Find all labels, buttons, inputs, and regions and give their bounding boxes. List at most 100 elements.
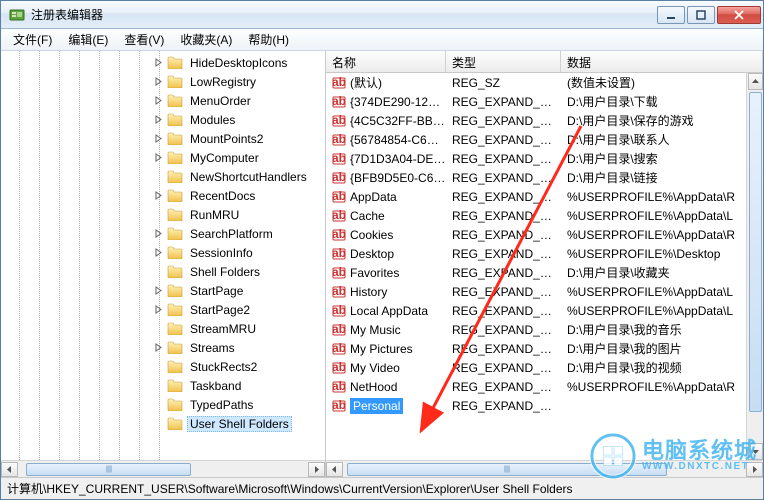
value-name: Personal bbox=[350, 398, 403, 414]
tree-item[interactable]: StartPage2 bbox=[1, 300, 325, 319]
tree-hscroll-thumb[interactable] bbox=[26, 463, 191, 476]
tree-item[interactable]: LowRegistry bbox=[1, 72, 325, 91]
svg-text:ab: ab bbox=[332, 95, 346, 108]
value-row[interactable]: ab{BFB9D5E0-C6…REG_EXPAND_SZD:\用户目录\链接 bbox=[326, 168, 746, 187]
tree-item[interactable]: Streams bbox=[1, 338, 325, 357]
expand-icon[interactable] bbox=[153, 247, 164, 258]
maximize-button[interactable] bbox=[687, 6, 715, 24]
svg-text:ab: ab bbox=[332, 171, 346, 184]
tree-item[interactable]: User Shell Folders bbox=[1, 414, 325, 433]
value-row[interactable]: ab{56784854-C6…REG_EXPAND_SZD:\用户目录\联系人 bbox=[326, 130, 746, 149]
expand-icon[interactable] bbox=[153, 285, 164, 296]
svg-text:ab: ab bbox=[332, 247, 346, 260]
expand-icon[interactable] bbox=[153, 228, 164, 239]
col-data[interactable]: 数据 bbox=[561, 51, 763, 72]
expand-icon[interactable] bbox=[153, 152, 164, 163]
svg-text:ab: ab bbox=[332, 228, 346, 241]
svg-text:ab: ab bbox=[332, 399, 346, 412]
value-row[interactable]: abMy VideoREG_EXPAND_SZD:\用户目录\我的视频 bbox=[326, 358, 746, 377]
string-value-icon: ab bbox=[332, 95, 346, 109]
scroll-left-icon[interactable] bbox=[326, 462, 343, 477]
tree-item[interactable]: Shell Folders bbox=[1, 262, 325, 281]
list-vscrollbar[interactable] bbox=[746, 73, 763, 460]
value-row[interactable]: abAppDataREG_EXPAND_SZ%USERPROFILE%\AppD… bbox=[326, 187, 746, 206]
tree-item[interactable]: MyComputer bbox=[1, 148, 325, 167]
value-type: REG_EXPAND_SZ bbox=[446, 247, 561, 261]
tree-item[interactable]: MountPoints2 bbox=[1, 129, 325, 148]
col-name[interactable]: 名称 bbox=[326, 51, 446, 72]
string-value-icon: ab bbox=[332, 304, 346, 318]
tree-item[interactable]: RecentDocs bbox=[1, 186, 325, 205]
tree-item-label: SearchPlatform bbox=[187, 226, 276, 242]
value-type: REG_EXPAND_SZ bbox=[446, 361, 561, 375]
tree-item[interactable]: SearchPlatform bbox=[1, 224, 325, 243]
close-button[interactable] bbox=[717, 6, 761, 24]
svg-text:ab: ab bbox=[332, 152, 346, 165]
value-row[interactable]: abLocal AppDataREG_EXPAND_SZ%USERPROFILE… bbox=[326, 301, 746, 320]
value-data: D:\用户目录\收藏夹 bbox=[561, 264, 746, 281]
value-row[interactable]: abHistoryREG_EXPAND_SZ%USERPROFILE%\AppD… bbox=[326, 282, 746, 301]
value-row[interactable]: abFavoritesREG_EXPAND_SZD:\用户目录\收藏夹 bbox=[326, 263, 746, 282]
value-name: Desktop bbox=[350, 247, 394, 261]
tree-item[interactable]: MenuOrder bbox=[1, 91, 325, 110]
expand-icon[interactable] bbox=[153, 304, 164, 315]
menu-favorites[interactable]: 收藏夹(A) bbox=[172, 29, 240, 50]
value-row[interactable]: abDesktopREG_EXPAND_SZ%USERPROFILE%\Desk… bbox=[326, 244, 746, 263]
tree-item[interactable]: StartPage bbox=[1, 281, 325, 300]
value-row[interactable]: ab{7D1D3A04-DE…REG_EXPAND_SZD:\用户目录\搜索 bbox=[326, 149, 746, 168]
svg-text:ab: ab bbox=[332, 190, 346, 203]
value-row[interactable]: ab{374DE290-12…REG_EXPAND_SZD:\用户目录\下载 bbox=[326, 92, 746, 111]
tree-item-label: Streams bbox=[187, 340, 238, 356]
scroll-left-icon[interactable] bbox=[1, 462, 18, 477]
expand-icon[interactable] bbox=[153, 342, 164, 353]
expand-icon[interactable] bbox=[153, 114, 164, 125]
value-name: AppData bbox=[350, 190, 397, 204]
minimize-button[interactable] bbox=[657, 6, 685, 24]
scroll-down-icon[interactable] bbox=[748, 443, 763, 460]
tree-item[interactable]: RunMRU bbox=[1, 205, 325, 224]
tree-item[interactable]: TypedPaths bbox=[1, 395, 325, 414]
menu-help[interactable]: 帮助(H) bbox=[240, 29, 297, 50]
tree-item[interactable]: SessionInfo bbox=[1, 243, 325, 262]
col-type[interactable]: 类型 bbox=[446, 51, 561, 72]
value-data: D:\用户目录\保存的游戏 bbox=[561, 112, 746, 129]
expand-icon[interactable] bbox=[153, 190, 164, 201]
list-vscroll-thumb[interactable] bbox=[749, 92, 762, 412]
scroll-up-icon[interactable] bbox=[748, 73, 763, 90]
value-row[interactable]: abMy PicturesREG_EXPAND_SZD:\用户目录\我的图片 bbox=[326, 339, 746, 358]
expand-icon[interactable] bbox=[153, 95, 164, 106]
menu-view[interactable]: 查看(V) bbox=[116, 29, 172, 50]
tree-hscrollbar[interactable] bbox=[1, 460, 325, 477]
svg-text:ab: ab bbox=[332, 380, 346, 393]
value-row[interactable]: ab{4C5C32FF-BB…REG_EXPAND_SZD:\用户目录\保存的游… bbox=[326, 111, 746, 130]
list-hscroll-thumb[interactable] bbox=[347, 463, 667, 476]
string-value-icon: ab bbox=[332, 133, 346, 147]
tree-item[interactable]: Modules bbox=[1, 110, 325, 129]
value-row[interactable]: abNetHoodREG_EXPAND_SZ%USERPROFILE%\AppD… bbox=[326, 377, 746, 396]
scroll-right-icon[interactable] bbox=[746, 462, 763, 477]
value-row[interactable]: abCookiesREG_EXPAND_SZ%USERPROFILE%\AppD… bbox=[326, 225, 746, 244]
value-type: REG_EXPAND_SZ bbox=[446, 266, 561, 280]
svg-text:ab: ab bbox=[332, 76, 346, 89]
menu-file[interactable]: 文件(F) bbox=[5, 29, 60, 50]
tree-item[interactable]: StreamMRU bbox=[1, 319, 325, 338]
tree-item[interactable]: StuckRects2 bbox=[1, 357, 325, 376]
value-row[interactable]: abMy MusicREG_EXPAND_SZD:\用户目录\我的音乐 bbox=[326, 320, 746, 339]
list-pane: 名称 类型 数据 ab(默认)REG_SZ(数值未设置)ab{374DE290-… bbox=[326, 51, 763, 477]
value-row[interactable]: abPersonalREG_EXPAND_SZ bbox=[326, 396, 746, 415]
expand-icon[interactable] bbox=[153, 57, 164, 68]
list-hscrollbar[interactable] bbox=[326, 460, 763, 477]
value-name: NetHood bbox=[350, 380, 397, 394]
value-name: My Video bbox=[350, 361, 400, 375]
menu-edit[interactable]: 编辑(E) bbox=[60, 29, 116, 50]
tree-item[interactable]: NewShortcutHandlers bbox=[1, 167, 325, 186]
tree-item[interactable]: Taskband bbox=[1, 376, 325, 395]
value-type: REG_EXPAND_SZ bbox=[446, 133, 561, 147]
value-row[interactable]: abCacheREG_EXPAND_SZ%USERPROFILE%\AppDat… bbox=[326, 206, 746, 225]
scroll-right-icon[interactable] bbox=[308, 462, 325, 477]
expand-icon[interactable] bbox=[153, 76, 164, 87]
tree-item[interactable]: HideDesktopIcons bbox=[1, 53, 325, 72]
expand-icon[interactable] bbox=[153, 133, 164, 144]
value-name: {374DE290-12… bbox=[350, 95, 440, 109]
value-row[interactable]: ab(默认)REG_SZ(数值未设置) bbox=[326, 73, 746, 92]
